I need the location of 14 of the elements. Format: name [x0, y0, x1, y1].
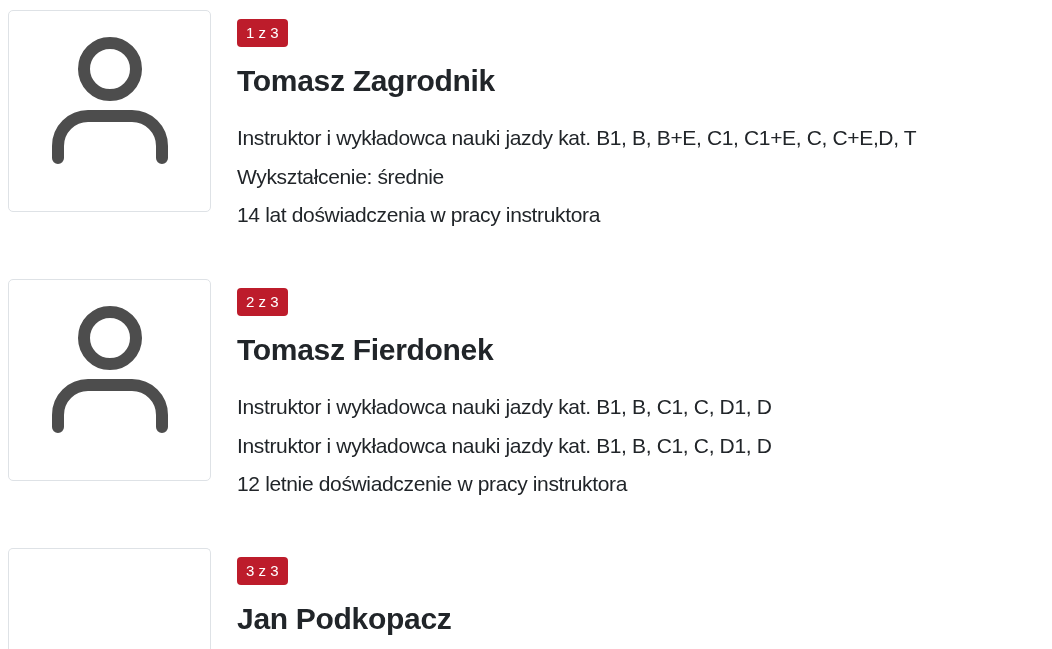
- instructor-detail: Wykształcenie: średnie: [237, 163, 445, 190]
- instructor-detail: Instruktor i wykładowca nauki jazdy kat. B1, B, C1, C, D1, D: [237, 432, 772, 459]
- position-badge: 2 z 3: [237, 288, 288, 316]
- instructor-detail: 14 lat doświadczenia w pracy instruktora: [237, 202, 602, 228]
- instructor-detail: Instruktor i wykładowca nauki jazdy kat. B1, B, B+E, C1, C1+E, C, C+E,D, T: [237, 125, 917, 151]
- user-icon: [51, 36, 168, 164]
- position-badge: 1 z 3: [237, 19, 288, 47]
- instructor-name: Jan Podkopacz: [237, 601, 452, 637]
- instructor-name: Tomasz Fierdonek: [237, 332, 494, 368]
- position-badge: 3 z 3: [237, 557, 288, 585]
- user-icon: [51, 305, 168, 433]
- instructor-detail: Instruktor i wykładowca nauki jazdy kat. B1, B, C1, C, D1, D: [237, 394, 772, 420]
- instructor-detail: 12 letnie doświadczenie w pracy instruktora: [237, 471, 629, 497]
- instructor-name: Tomasz Zagrodnik: [237, 63, 495, 99]
